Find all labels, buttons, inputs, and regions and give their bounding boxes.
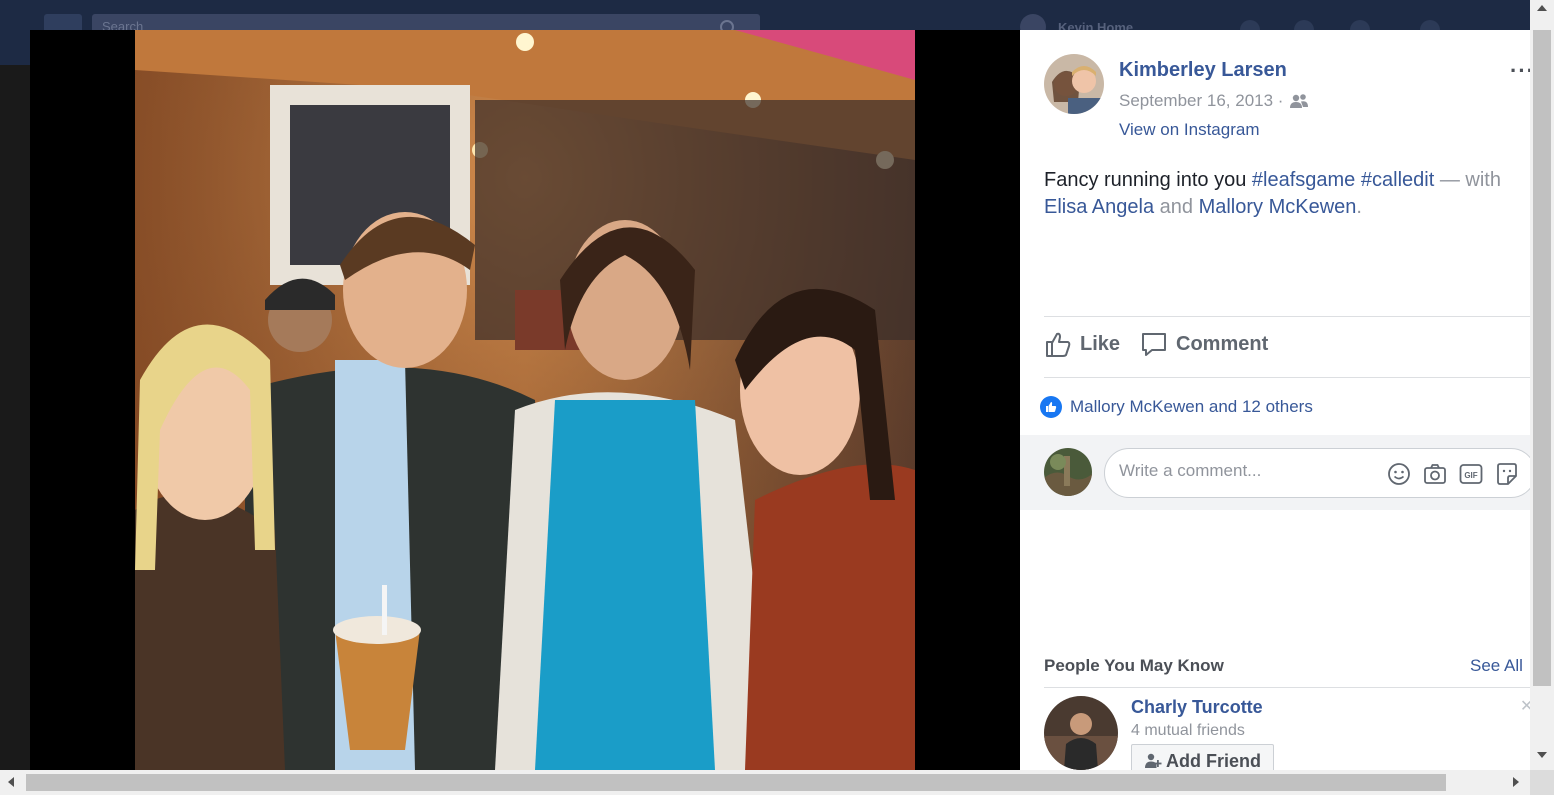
emoji-icon[interactable]	[1387, 462, 1411, 486]
vertical-scroll-thumb[interactable]	[1533, 30, 1551, 686]
tagged-person-link[interactable]: Mallory McKewen	[1199, 196, 1357, 218]
close-icon[interactable]: ✕	[1520, 696, 1530, 716]
camera-icon[interactable]	[1423, 462, 1447, 486]
divider	[1044, 377, 1530, 378]
thumbs-up-icon	[1046, 332, 1071, 357]
svg-text:GIF: GIF	[1464, 471, 1477, 480]
current-user-avatar	[1044, 448, 1092, 496]
post-caption: Fancy running into you #leafsgame #calle…	[1044, 167, 1530, 221]
people-you-may-know-title: People You May Know	[1044, 656, 1224, 675]
comment-icon	[1142, 333, 1166, 356]
like-reaction-icon	[1040, 396, 1062, 418]
author-avatar[interactable]	[1044, 54, 1104, 114]
reactions-summary[interactable]: Mallory McKewen and 12 others	[1040, 396, 1313, 418]
gif-icon[interactable]: GIF	[1459, 462, 1483, 486]
see-all-link[interactable]: See All	[1470, 656, 1523, 676]
with-label: — with	[1439, 169, 1501, 191]
like-label: Like	[1080, 332, 1121, 355]
scroll-down-arrow-icon[interactable]	[1537, 752, 1547, 758]
view-on-instagram-link[interactable]: View on Instagram	[1119, 120, 1259, 140]
and-label: and	[1159, 196, 1194, 218]
suggestion-name[interactable]: Charly Turcotte	[1131, 697, 1263, 718]
like-button[interactable]: Like	[1044, 330, 1120, 358]
friends-icon[interactable]	[1289, 93, 1309, 109]
add-friend-icon	[1145, 753, 1162, 768]
post-photo[interactable]	[135, 30, 915, 770]
author-name[interactable]: Kimberley Larsen	[1119, 59, 1287, 82]
more-options-icon[interactable]: ···	[1510, 58, 1530, 84]
horizontal-scroll-thumb[interactable]	[26, 774, 1446, 791]
hashtag-link[interactable]: #leafsgame	[1252, 169, 1355, 191]
scroll-up-arrow-icon[interactable]	[1537, 5, 1547, 11]
caption-text: Fancy running into you	[1044, 169, 1247, 191]
scrollbar-corner	[1530, 770, 1554, 795]
comment-input-box[interactable]: GIF	[1104, 448, 1530, 498]
vertical-scrollbar[interactable]	[1530, 0, 1554, 770]
divider	[1044, 316, 1530, 317]
post-date[interactable]: September 16, 2013 ·	[1119, 91, 1283, 111]
divider	[1044, 687, 1530, 688]
comment-button[interactable]: Comment	[1140, 330, 1268, 358]
scroll-right-arrow-icon[interactable]	[1513, 777, 1519, 787]
post-side-panel: Kimberley Larsen September 16, 2013 · Vi…	[1020, 30, 1530, 770]
add-friend-button[interactable]: Add Friend	[1131, 744, 1274, 770]
caption-period: .	[1356, 196, 1362, 218]
suggestion-avatar[interactable]	[1044, 696, 1118, 770]
comment-input[interactable]	[1119, 461, 1369, 481]
mutual-friends-count[interactable]: 4 mutual friends	[1131, 722, 1245, 740]
photo-viewer	[30, 30, 1020, 770]
tagged-person-link[interactable]: Elisa Angela	[1044, 196, 1154, 218]
comment-label: Comment	[1176, 332, 1269, 355]
comment-section: GIF	[1020, 435, 1530, 510]
scroll-left-arrow-icon[interactable]	[8, 777, 14, 787]
sticker-icon[interactable]	[1495, 462, 1519, 486]
post-meta: September 16, 2013 ·	[1119, 91, 1309, 111]
reactions-text[interactable]: Mallory McKewen and 12 others	[1070, 397, 1313, 417]
hashtag-link[interactable]: #calledit	[1361, 169, 1434, 191]
add-friend-label: Add Friend	[1166, 750, 1261, 771]
horizontal-scrollbar[interactable]	[0, 770, 1530, 795]
